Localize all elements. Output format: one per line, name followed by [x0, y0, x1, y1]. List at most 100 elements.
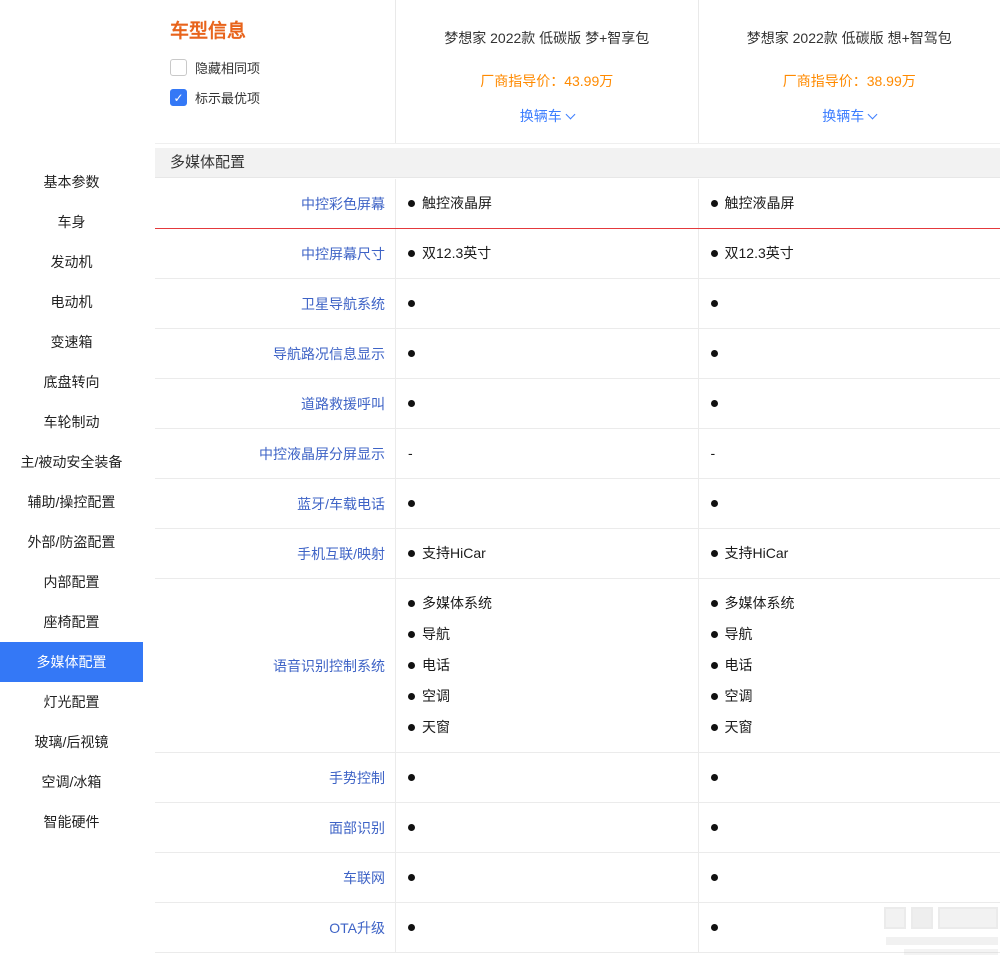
hide-same-checkbox[interactable]	[170, 59, 187, 76]
spec-value-cell: 多媒体系统导航电话空调天窗	[395, 579, 698, 752]
sidebar-item-link[interactable]: 外部/防盗配置	[0, 522, 143, 562]
table-row: 车联网	[155, 853, 1000, 903]
spec-value-line: 双12.3英寸	[408, 238, 690, 269]
table-row: 导航路况信息显示	[155, 329, 1000, 379]
spec-value-text: 导航	[422, 619, 450, 650]
sidebar-item-link[interactable]: 座椅配置	[0, 602, 143, 642]
hide-same-checkbox-row: 隐藏相同项	[170, 58, 395, 77]
bullet-icon	[711, 300, 718, 307]
bullet-icon	[408, 824, 415, 831]
sidebar-item-link[interactable]: 玻璃/后视镜	[0, 722, 143, 762]
spec-value-text: 天窗	[725, 712, 753, 743]
mark-best-checkbox[interactable]	[170, 89, 187, 106]
table-row: 卫星导航系统	[155, 279, 1000, 329]
spec-value-cell	[698, 903, 1000, 952]
sidebar-item-link[interactable]: 主/被动安全装备	[0, 442, 143, 482]
comparison-header: 车型信息 隐藏相同项 标示最优项 梦想家 2022款 低碳版 梦+智享包 厂商指…	[155, 0, 1000, 144]
spec-value-text: 电话	[422, 650, 450, 681]
spec-value-text: 双12.3英寸	[422, 238, 491, 269]
change-car-button[interactable]: 换辆车	[822, 106, 876, 126]
spec-label-link[interactable]: 手机互联/映射	[155, 529, 395, 578]
sidebar-item-link[interactable]: 智能硬件	[0, 802, 143, 842]
change-car-button[interactable]: 换辆车	[520, 106, 574, 126]
table-row: 中控彩色屏幕触控液晶屏触控液晶屏	[155, 179, 1000, 229]
spec-value-line	[711, 350, 993, 357]
spec-value-cell	[395, 279, 698, 328]
spec-value-text: 多媒体系统	[422, 588, 492, 619]
spec-label-link[interactable]: 面部识别	[155, 803, 395, 852]
spec-label-link[interactable]: 中控屏幕尺寸	[155, 229, 395, 278]
sidebar-item-link[interactable]: 车轮制动	[0, 402, 143, 442]
bullet-icon	[408, 924, 415, 931]
spec-value-cell	[395, 853, 698, 902]
sidebar-item-link[interactable]: 内部配置	[0, 562, 143, 602]
spec-value-line	[408, 300, 690, 307]
spec-value-cell: 支持HiCar	[698, 529, 1000, 578]
spec-value-text: 多媒体系统	[725, 588, 795, 619]
spec-value-text: 电话	[725, 650, 753, 681]
bullet-icon	[711, 500, 718, 507]
spec-value-line	[711, 300, 993, 307]
table-row: 手机互联/映射支持HiCar支持HiCar	[155, 529, 1000, 579]
chevron-down-icon	[868, 109, 878, 119]
spec-value-cell: 双12.3英寸	[395, 229, 698, 278]
bullet-icon	[711, 724, 718, 731]
spec-label-link[interactable]: 蓝牙/车载电话	[155, 479, 395, 528]
sidebar-item-link[interactable]: 灯光配置	[0, 682, 143, 722]
spec-value-line	[711, 500, 993, 507]
sidebar-item-active[interactable]: 多媒体配置	[0, 642, 143, 682]
table-row: OTA升级	[155, 903, 1000, 953]
bullet-icon	[408, 874, 415, 881]
spec-value-cell: -	[395, 429, 698, 478]
bullet-icon	[408, 200, 415, 207]
sidebar-item-link[interactable]: 发动机	[0, 242, 143, 282]
spec-value-text: 双12.3英寸	[725, 238, 794, 269]
spec-label-link[interactable]: 中控彩色屏幕	[155, 179, 395, 228]
spec-value-line: 电话	[408, 650, 690, 681]
spec-label-link[interactable]: 手势控制	[155, 753, 395, 802]
spec-label-link[interactable]: 道路救援呼叫	[155, 379, 395, 428]
spec-label-link[interactable]: 中控液晶屏分屏显示	[155, 429, 395, 478]
sidebar-item-link[interactable]: 车身	[0, 202, 143, 242]
sidebar-item-link[interactable]: 电动机	[0, 282, 143, 322]
sidebar-item-link[interactable]: 辅助/操控配置	[0, 482, 143, 522]
spec-value-cell	[395, 803, 698, 852]
spec-value-line	[711, 400, 993, 407]
car-column-2: 梦想家 2022款 低碳版 想+智驾包 厂商指导价：38.99万 换辆车	[698, 0, 1000, 143]
spec-value-cell	[698, 753, 1000, 802]
spec-value-line: 支持HiCar	[408, 538, 690, 569]
spec-value-text: 支持HiCar	[725, 538, 789, 569]
spec-label-link[interactable]: 卫星导航系统	[155, 279, 395, 328]
spec-label-link[interactable]: 导航路况信息显示	[155, 329, 395, 378]
spec-label-link[interactable]: 车联网	[155, 853, 395, 902]
bullet-icon	[711, 600, 718, 607]
spec-label-link[interactable]: 语音识别控制系统	[155, 579, 395, 752]
spec-value-line	[408, 400, 690, 407]
spec-value-cell: 支持HiCar	[395, 529, 698, 578]
sidebar-item-link[interactable]: 变速箱	[0, 322, 143, 362]
bullet-icon	[408, 631, 415, 638]
bullet-icon	[711, 774, 718, 781]
spec-label-link[interactable]: OTA升级	[155, 903, 395, 952]
bullet-icon	[711, 874, 718, 881]
spec-value-cell	[698, 853, 1000, 902]
spec-value-line	[408, 350, 690, 357]
spec-value-cell	[395, 479, 698, 528]
table-row: 蓝牙/车载电话	[155, 479, 1000, 529]
sidebar-item-link[interactable]: 空调/冰箱	[0, 762, 143, 802]
sidebar-item-link[interactable]: 底盘转向	[0, 362, 143, 402]
spec-value-line: 支持HiCar	[711, 538, 993, 569]
spec-value-text: 支持HiCar	[422, 538, 486, 569]
spec-value-line: -	[408, 438, 690, 469]
hide-same-label: 隐藏相同项	[195, 58, 260, 77]
spec-value-line: 天窗	[408, 712, 690, 743]
bullet-icon	[408, 250, 415, 257]
spec-value-line	[408, 774, 690, 781]
spec-value-line	[711, 824, 993, 831]
bullet-icon	[408, 500, 415, 507]
table-row: 面部识别	[155, 803, 1000, 853]
bullet-icon	[408, 774, 415, 781]
mark-best-label: 标示最优项	[195, 88, 260, 107]
spec-value-line: 多媒体系统	[711, 588, 993, 619]
sidebar-item-link[interactable]: 基本参数	[0, 162, 143, 202]
